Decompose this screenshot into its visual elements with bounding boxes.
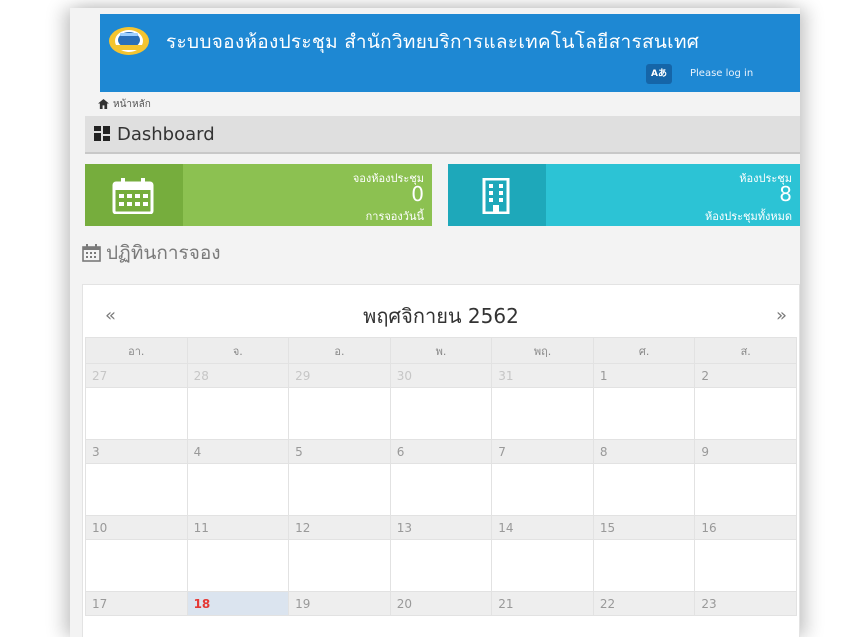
calendar-day-cell[interactable]: 28 — [186, 363, 290, 388]
calendar-heading: ปฏิทินการจอง — [82, 238, 221, 268]
calendar-day-slot[interactable] — [186, 387, 290, 440]
calendar-day-cell[interactable]: 9 — [694, 439, 797, 464]
calendar-week-row: 27 28 29 30 31 1 2 — [85, 363, 797, 388]
language-button[interactable]: Aあ — [646, 64, 672, 84]
browser-page: ระบบจองห้องประชุม สำนักวิทยบริการและเทคโ… — [70, 8, 800, 637]
calendar-day-slot[interactable] — [288, 539, 391, 592]
card-icon-box — [448, 164, 546, 226]
calendar-week-body — [85, 387, 797, 440]
screenshot-stage: ระบบจองห้องประชุม สำนักวิทยบริการและเทคโ… — [0, 0, 861, 637]
calendar-day-cell[interactable]: 16 — [694, 515, 797, 540]
calendar-day-cell[interactable]: 1 — [592, 363, 696, 388]
calendar-day-slot[interactable] — [592, 539, 696, 592]
calendar-week-row: 17 18 19 20 21 22 23 — [85, 591, 797, 616]
calendar-day-slot[interactable] — [491, 539, 594, 592]
calendar-day-slot[interactable] — [592, 463, 696, 516]
weekday-header: จ. — [186, 337, 290, 364]
dashboard-title-bar: Dashboard — [85, 116, 800, 154]
weekday-header: อ. — [288, 337, 391, 364]
card-sublabel: ห้องประชุมทั้งหมด — [704, 210, 792, 223]
calendar-day-cell[interactable]: 11 — [186, 515, 290, 540]
calendar-day-cell[interactable]: 13 — [389, 515, 493, 540]
weekday-header: ส. — [694, 337, 797, 364]
calendar-week-row: 10 11 12 13 14 15 16 — [85, 515, 797, 540]
calendar-day-cell[interactable]: 2 — [694, 363, 797, 388]
login-link[interactable]: Please log in — [690, 68, 753, 79]
calendar-heading-label: ปฏิทินการจอง — [106, 242, 221, 264]
calendar-day-cell[interactable]: 8 — [592, 439, 696, 464]
calendar-day-slot[interactable] — [186, 539, 290, 592]
card-icon-box — [85, 164, 183, 226]
card-value: 0 — [411, 182, 424, 206]
calendar-grid: อา. จ. อ. พ. พฤ. ศ. ส. 27 28 29 30 31 1 … — [85, 337, 797, 616]
calendar-day-cell[interactable]: 4 — [186, 439, 290, 464]
site-header: ระบบจองห้องประชุม สำนักวิทยบริการและเทคโ… — [100, 14, 800, 92]
calendar-week-row: 3 4 5 6 7 8 9 — [85, 439, 797, 464]
calendar-day-slot[interactable] — [694, 387, 797, 440]
breadcrumb: หน้าหลัก — [98, 96, 151, 112]
calendar-icon — [82, 244, 101, 262]
calendar-day-slot[interactable] — [85, 463, 188, 516]
calendar-day-cell[interactable]: 20 — [389, 591, 493, 616]
home-icon — [98, 99, 109, 109]
calendar-icon — [112, 178, 154, 214]
calendar-day-slot[interactable] — [694, 463, 797, 516]
calendar-day-slot[interactable] — [85, 539, 188, 592]
calendar-day-slot[interactable] — [389, 387, 493, 440]
calendar-day-slot[interactable] — [592, 387, 696, 440]
calendar-day-slot[interactable] — [288, 463, 391, 516]
weekday-header: อา. — [85, 337, 188, 364]
calendar-day-cell[interactable]: 6 — [389, 439, 493, 464]
weekday-header: พฤ. — [491, 337, 594, 364]
page-title: Dashboard — [117, 124, 215, 145]
weekday-header-row: อา. จ. อ. พ. พฤ. ศ. ส. — [85, 337, 797, 364]
calendar-day-cell[interactable]: 7 — [491, 439, 594, 464]
calendar-day-cell[interactable]: 27 — [85, 363, 188, 388]
site-title: ระบบจองห้องประชุม สำนักวิทยบริการและเทคโ… — [166, 31, 700, 53]
calendar-panel: « พฤศจิกายน 2562 » อา. จ. อ. พ. พฤ. ศ. ส… — [82, 284, 800, 637]
calendar-day-cell[interactable]: 3 — [85, 439, 188, 464]
calendar-day-slot[interactable] — [186, 463, 290, 516]
building-icon — [482, 178, 510, 214]
card-sublabel: การจองวันนี้ — [365, 210, 424, 223]
calendar-day-slot[interactable] — [389, 463, 493, 516]
calendar-day-cell[interactable]: 15 — [592, 515, 696, 540]
calendar-day-cell[interactable]: 10 — [85, 515, 188, 540]
calendar-day-cell[interactable]: 30 — [389, 363, 493, 388]
calendar-day-slot[interactable] — [85, 387, 188, 440]
calendar-day-cell[interactable]: 22 — [592, 591, 696, 616]
breadcrumb-home-link[interactable]: หน้าหลัก — [113, 97, 151, 112]
calendar-today-cell[interactable]: 18 — [186, 591, 290, 616]
logo-icon[interactable] — [108, 24, 150, 58]
calendar-day-cell[interactable]: 29 — [288, 363, 391, 388]
calendar-day-cell[interactable]: 12 — [288, 515, 391, 540]
card-value: 8 — [779, 182, 792, 206]
calendar-day-slot[interactable] — [491, 463, 594, 516]
weekday-header: พ. — [389, 337, 493, 364]
booking-today-card[interactable]: จองห้องประชุม 0 การจองวันนี้ — [85, 164, 432, 226]
calendar-week-body — [85, 539, 797, 592]
calendar-next-button[interactable]: » — [776, 305, 787, 326]
calendar-day-cell[interactable]: 31 — [491, 363, 594, 388]
calendar-day-slot[interactable] — [491, 387, 594, 440]
calendar-day-cell[interactable]: 5 — [288, 439, 391, 464]
weekday-header: ศ. — [592, 337, 696, 364]
calendar-week-body — [85, 463, 797, 516]
dashboard-icon — [94, 126, 110, 141]
calendar-month-title: พฤศจิกายน 2562 — [363, 304, 519, 328]
calendar-day-cell[interactable]: 23 — [694, 591, 797, 616]
calendar-day-slot[interactable] — [389, 539, 493, 592]
rooms-total-card[interactable]: ห้องประชุม 8 ห้องประชุมทั้งหมด — [448, 164, 800, 226]
calendar-day-slot[interactable] — [694, 539, 797, 592]
calendar-day-cell[interactable]: 21 — [491, 591, 594, 616]
calendar-day-cell[interactable]: 17 — [85, 591, 188, 616]
calendar-day-slot[interactable] — [288, 387, 391, 440]
calendar-day-cell[interactable]: 19 — [288, 591, 391, 616]
calendar-day-cell[interactable]: 14 — [491, 515, 594, 540]
